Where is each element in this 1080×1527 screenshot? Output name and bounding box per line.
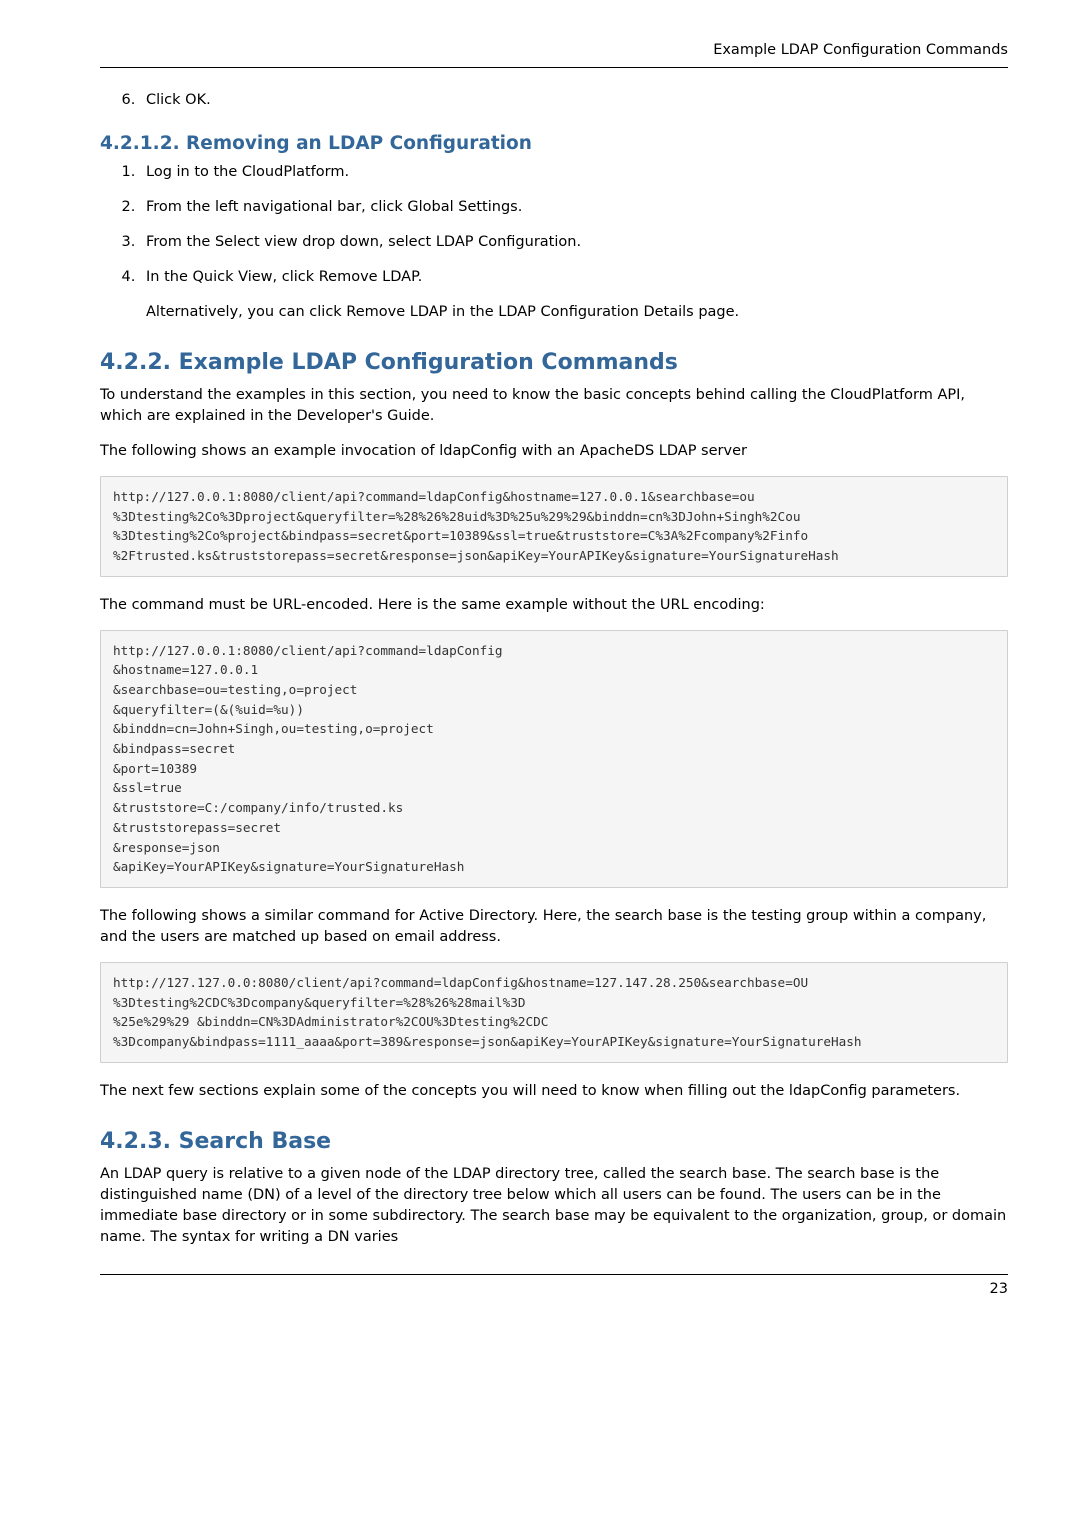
list-item: In the Quick View, click Remove LDAP. Al… bbox=[140, 267, 1008, 323]
paragraph: The following shows a similar command fo… bbox=[100, 906, 1008, 948]
heading-4-2-3: 4.2.3. Search Base bbox=[100, 1126, 1008, 1158]
paragraph: The next few sections explain some of th… bbox=[100, 1081, 1008, 1102]
step-text: In the Quick View, click Remove LDAP. bbox=[146, 269, 422, 285]
procedure-4212: Log in to the CloudPlatform. From the le… bbox=[100, 162, 1008, 323]
heading-4-2-2: 4.2.2. Example LDAP Configuration Comman… bbox=[100, 347, 1008, 379]
list-item: Log in to the CloudPlatform. bbox=[140, 162, 1008, 183]
code-block-ad: http://127.127.0.0:8080/client/api?comma… bbox=[100, 962, 1008, 1063]
page-number: 23 bbox=[100, 1279, 1008, 1300]
step-note: Alternatively, you can click Remove LDAP… bbox=[146, 302, 1008, 323]
procedure-continue: Click OK. bbox=[100, 90, 1008, 111]
list-item: Click OK. bbox=[140, 90, 1008, 111]
list-item: From the Select view drop down, select L… bbox=[140, 232, 1008, 253]
paragraph: To understand the examples in this secti… bbox=[100, 385, 1008, 427]
paragraph: The command must be URL-encoded. Here is… bbox=[100, 595, 1008, 616]
code-block-decoded: http://127.0.0.1:8080/client/api?command… bbox=[100, 630, 1008, 888]
footer-rule bbox=[100, 1274, 1008, 1275]
running-header: Example LDAP Configuration Commands bbox=[100, 40, 1008, 61]
code-block-encoded: http://127.0.0.1:8080/client/api?command… bbox=[100, 476, 1008, 577]
heading-4-2-1-2: 4.2.1.2. Removing an LDAP Configuration bbox=[100, 131, 1008, 158]
page-container: Example LDAP Configuration Commands Clic… bbox=[0, 0, 1080, 1330]
header-rule bbox=[100, 67, 1008, 68]
list-item: From the left navigational bar, click Gl… bbox=[140, 197, 1008, 218]
paragraph: An LDAP query is relative to a given nod… bbox=[100, 1164, 1008, 1248]
paragraph: The following shows an example invocatio… bbox=[100, 441, 1008, 462]
